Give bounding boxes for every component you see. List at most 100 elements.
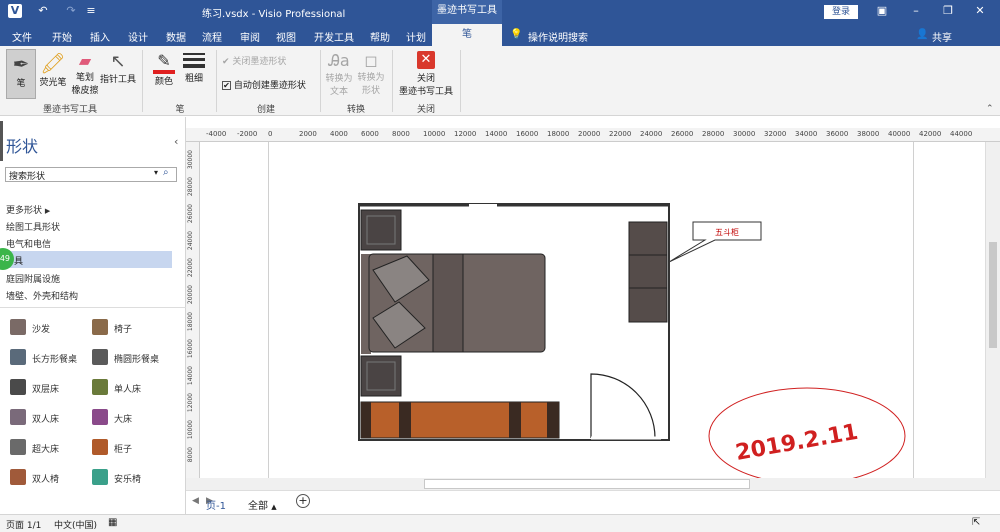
shape-thumbnail-icon	[10, 319, 26, 335]
search-shapes-input[interactable]: 搜索形状 ▾ ⌕	[5, 167, 177, 182]
all-pages-menu[interactable]: 全部 ▲	[248, 497, 277, 512]
shape-item[interactable]: 单人床	[92, 379, 172, 399]
shape-thumbnail-icon	[92, 439, 108, 455]
tab-developer[interactable]: 开发工具	[314, 29, 354, 44]
ribbon-display-icon[interactable]: ▣	[874, 4, 890, 18]
tab-review[interactable]: 审阅	[240, 29, 260, 44]
stroke-eraser-button[interactable]: ▰ 笔划 橡皮擦	[70, 49, 100, 96]
shape-item[interactable]: 椭圆形餐桌	[92, 349, 172, 369]
page-count-status[interactable]: 页面 1/1	[6, 518, 41, 531]
more-shapes-menu[interactable]: 更多形状 ▶	[6, 203, 50, 216]
ruler-tick-label: 18000	[187, 312, 194, 332]
redo-icon[interactable]: ↷	[64, 4, 78, 18]
eraser-icon: ▰	[78, 51, 92, 70]
checkbox-checked-icon: ✔	[222, 81, 231, 90]
shape-item[interactable]: 沙发	[10, 319, 90, 339]
tab-design[interactable]: 设计	[128, 29, 148, 44]
pen-button[interactable]: ✒ 笔	[6, 49, 36, 99]
lightbulb-icon: 💡	[510, 29, 523, 40]
page-tab-1[interactable]: 页-1	[204, 497, 226, 512]
stencil-drawing-tools[interactable]: 绘图工具形状	[6, 220, 60, 233]
drawing-page[interactable]: 五斗柜 2019.2.11	[268, 142, 914, 485]
language-status[interactable]: 中文(中国)	[54, 518, 97, 531]
convert-to-shape-button[interactable]: ◻ 转换为 形状	[356, 49, 386, 96]
minimize-icon[interactable]: –	[908, 4, 924, 18]
panel-edge-handle[interactable]	[0, 121, 3, 161]
collapse-panel-icon[interactable]: ‹	[174, 135, 178, 148]
shape-item-label: 单人床	[114, 385, 142, 395]
close-ink-shape-checkbox[interactable]: ✔ 关闭墨迹形状	[222, 54, 286, 67]
tab-help[interactable]: 帮助	[370, 29, 390, 44]
stencil-furniture-selected[interactable]: 具	[0, 251, 172, 268]
highlighter-button[interactable]: 🖍 荧光笔	[38, 49, 68, 88]
ruler-tick-label: 38000	[857, 130, 880, 138]
auto-create-ink-checkbox[interactable]: ✔ 自动创建墨迹形状	[222, 78, 306, 91]
vertical-ruler: 30000 28000 26000 24000 22000 20000 18000 16000…	[186, 142, 200, 478]
ruler-tick-label: 20000	[187, 285, 194, 305]
shape-thumbnail-icon	[10, 439, 26, 455]
shape-item[interactable]: 安乐椅	[92, 469, 172, 489]
shape-item[interactable]: 双人床	[10, 409, 90, 429]
ruler-tick-label: 20000	[578, 130, 601, 138]
share-button[interactable]: 共享	[932, 29, 952, 44]
fit-page-icon[interactable]: ⇱	[972, 517, 980, 528]
ribbon-separator	[460, 50, 461, 112]
horizontal-scroll-thumb[interactable]	[424, 479, 750, 489]
ruler-tick-label: 4000	[330, 130, 348, 138]
shape-thumbnail-icon	[10, 409, 26, 425]
shape-item[interactable]: 长方形餐桌	[10, 349, 90, 369]
prev-page-icon[interactable]: ◀	[192, 496, 199, 506]
add-page-icon[interactable]: +	[296, 494, 310, 508]
group-label-pen: 笔	[175, 105, 185, 115]
vertical-scrollbar[interactable]	[985, 142, 1000, 478]
shape-item[interactable]: 椅子	[92, 319, 172, 339]
stencil-electrical[interactable]: 电气和电信	[6, 237, 51, 250]
ruler-tick-label: 8000	[392, 130, 410, 138]
shape-item-label: 双人床	[32, 415, 60, 425]
close-ink-tools-button[interactable]: ✕ 关闭 墨迹书写工具	[396, 49, 456, 97]
close-icon[interactable]: ✕	[972, 4, 988, 18]
dropdown-arrow-icon[interactable]: ▾	[154, 168, 158, 177]
tab-home[interactable]: 开始	[52, 29, 72, 44]
shape-item[interactable]: 柜子	[92, 439, 172, 459]
dresser[interactable]	[628, 221, 668, 323]
ruler-tick-label: 18000	[547, 130, 570, 138]
tab-process[interactable]: 流程	[202, 29, 222, 44]
color-button[interactable]: ✎ 颜色	[150, 49, 178, 87]
undo-icon[interactable]: ↶	[36, 4, 50, 18]
shape-item[interactable]: 超大床	[10, 439, 90, 459]
thickness-button[interactable]: 粗细	[180, 49, 208, 84]
stencil-walls[interactable]: 墙壁、外壳和结构	[6, 289, 78, 302]
quick-access-menu-icon[interactable]: ≡	[84, 4, 98, 18]
cabinet[interactable]	[360, 401, 560, 439]
stencil-garden[interactable]: 庭园附属设施	[6, 272, 60, 285]
group-label-convert: 转换	[346, 105, 365, 115]
convert-shape-icon: ◻	[364, 51, 378, 70]
pointer-tool-button[interactable]: ↖ 指针工具	[100, 49, 136, 85]
group-label-create: 创建	[256, 105, 275, 115]
collapse-ribbon-icon[interactable]: ⌃	[986, 104, 994, 114]
tab-data[interactable]: 数据	[166, 29, 186, 44]
login-button[interactable]: 登录	[824, 5, 858, 19]
tab-plan[interactable]: 计划	[406, 29, 426, 44]
shape-item[interactable]: 双人椅	[10, 469, 90, 489]
search-icon[interactable]: ⌕	[163, 167, 169, 178]
ribbon-separator	[392, 50, 393, 112]
macro-record-icon[interactable]: ▦	[108, 517, 117, 528]
shape-thumbnail-icon	[92, 469, 108, 485]
tell-me-search[interactable]: 操作说明搜索	[528, 29, 588, 44]
vertical-scroll-thumb[interactable]	[989, 242, 997, 348]
tab-insert[interactable]: 插入	[90, 29, 110, 44]
shape-item-label: 双层床	[32, 385, 60, 395]
ink-handwriting[interactable]: 2019.2.11	[734, 420, 860, 466]
tab-file[interactable]: 文件	[12, 29, 32, 44]
shape-item[interactable]: 双层床	[10, 379, 90, 399]
restore-icon[interactable]: ❐	[940, 4, 956, 18]
horizontal-scrollbar[interactable]	[186, 478, 1000, 490]
ruler-tick-label: 36000	[826, 130, 849, 138]
tab-pen[interactable]: 笔	[432, 24, 502, 46]
tab-view[interactable]: 视图	[276, 29, 296, 44]
shape-item[interactable]: 大床	[92, 409, 172, 429]
convert-to-text-button[interactable]: Ꭿa 转换为 文本	[324, 49, 354, 97]
shapes-panel: 形状 ‹ 搜索形状 ▾ ⌕ 更多形状 ▶ 绘图工具形状 电气和电信 具 49 庭…	[0, 117, 186, 514]
